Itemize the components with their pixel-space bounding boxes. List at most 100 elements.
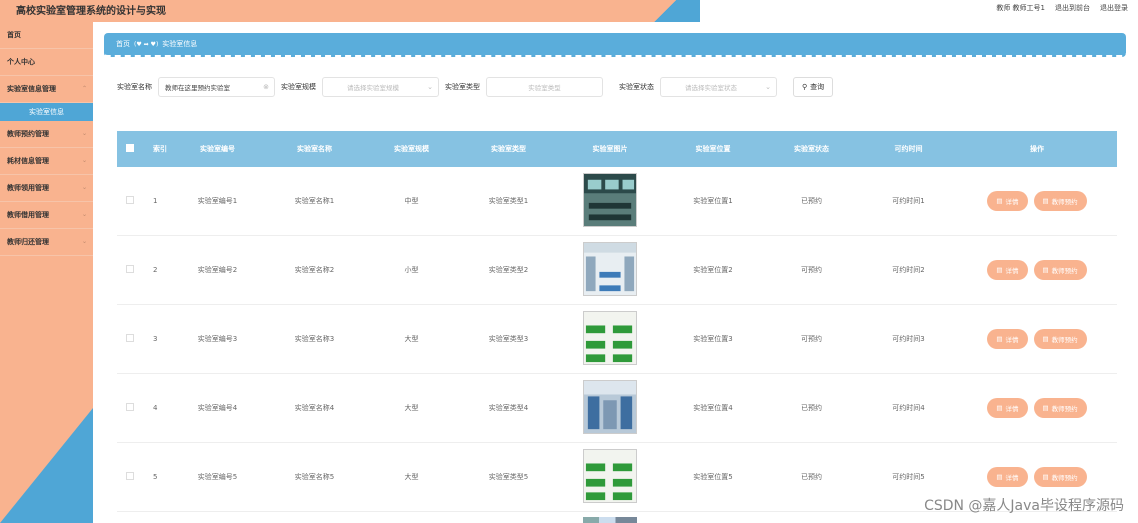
lab-name-input-value: 教师在这里预约实验室 bbox=[165, 84, 230, 92]
row-checkbox[interactable] bbox=[117, 472, 143, 482]
row-lab-image[interactable] bbox=[557, 449, 663, 505]
heart-icon: (♥ ➡ ♥) bbox=[134, 40, 159, 48]
row-lab-status: 已预约 bbox=[801, 404, 822, 412]
breadcrumb-current: 实验室信息 bbox=[162, 40, 198, 48]
watermark: CSDN @嘉人Java毕设程序源码 bbox=[924, 498, 1124, 514]
row-lab-type: 实验室类型3 bbox=[488, 335, 529, 343]
row-actions: ▤ 详情 ▤ 教师预约 bbox=[957, 191, 1117, 211]
header-lab-size: 实验室规模 bbox=[394, 145, 429, 153]
chevron-down-icon: ⌄ bbox=[427, 83, 433, 91]
lab-type-label: 实验室类型 bbox=[445, 83, 480, 91]
sidebar-subitem-lab-info[interactable]: 实验室信息 bbox=[0, 103, 93, 121]
row-lab-name: 实验室名称4 bbox=[294, 404, 335, 412]
table-row: 3 实验室编号3 实验室名称3 大型 实验室类型3 实验室位置3 可预约 可约时… bbox=[117, 305, 1117, 374]
row-checkbox[interactable] bbox=[117, 265, 143, 275]
detail-button[interactable]: ▤ 详情 bbox=[987, 329, 1028, 349]
reserve-button[interactable]: ▤ 教师预约 bbox=[1033, 329, 1087, 349]
detail-button-label: 详情 bbox=[1005, 198, 1019, 206]
lab-name-label: 实验室名称 bbox=[117, 83, 152, 91]
header-lab-type: 实验室类型 bbox=[491, 145, 526, 153]
reserve-button[interactable]: ▤ 教师预约 bbox=[1033, 260, 1087, 280]
search-bar: 实验室名称 教师在这里预约实验室 ⊗ 实验室规模 请选择实验室规模 ⌄ 实验室类… bbox=[117, 77, 834, 97]
chevron-down-icon: ⌄ bbox=[765, 83, 771, 91]
header-lab-status: 实验室状态 bbox=[794, 145, 829, 153]
reserve-button-label: 教师预约 bbox=[1051, 336, 1078, 344]
row-lab-name: 实验室名称2 bbox=[294, 266, 335, 274]
row-actions: ▤ 详情 ▤ 教师预约 bbox=[957, 398, 1117, 418]
logout-link[interactable]: 退出登录 bbox=[1100, 3, 1128, 13]
detail-button-label: 详情 bbox=[1005, 267, 1019, 275]
sidebar-item-teacher-return[interactable]: 教师归还管理 ⌄ bbox=[0, 229, 93, 256]
header-bg-diagonal bbox=[630, 0, 700, 22]
table-row: 4 实验室编号4 实验室名称4 大型 实验室类型4 实验室位置4 已预约 可约时… bbox=[117, 374, 1117, 443]
lab-name-input[interactable]: 教师在这里预约实验室 ⊗ bbox=[158, 77, 275, 97]
query-button-label: 查询 bbox=[810, 83, 825, 91]
sidebar-item-profile[interactable]: 个人中心 bbox=[0, 49, 93, 76]
breadcrumb-home[interactable]: 首页 bbox=[116, 39, 130, 49]
document-icon: ▤ bbox=[1042, 197, 1049, 205]
table-row: 2 实验室编号2 实验室名称2 小型 实验室类型2 实验室位置2 可预约 可约时… bbox=[117, 236, 1117, 305]
lab-table: 索引 实验室编号 实验室名称 实验室规模 实验室类型 实验室图片 实验室位置 实… bbox=[117, 131, 1117, 512]
sidebar-item-label: 教师领用管理 bbox=[7, 184, 49, 192]
lab-type-placeholder: 实验室类型 bbox=[528, 84, 561, 92]
reserve-button[interactable]: ▤ 教师预约 bbox=[1033, 191, 1087, 211]
sidebar-item-teacher-reservation[interactable]: 教师预约管理 ⌄ bbox=[0, 121, 93, 148]
sidebar-item-label: 教师预约管理 bbox=[7, 130, 49, 138]
lab-type-input[interactable]: 实验室类型 bbox=[486, 77, 603, 97]
clear-icon[interactable]: ⊗ bbox=[263, 83, 269, 91]
sidebar-item-teacher-receive[interactable]: 教师领用管理 ⌄ bbox=[0, 175, 93, 202]
detail-button[interactable]: ▤ 详情 bbox=[987, 398, 1028, 418]
select-all-checkbox[interactable] bbox=[117, 144, 143, 154]
chevron-down-icon: ⌄ bbox=[81, 130, 87, 137]
document-icon: ▤ bbox=[1042, 473, 1049, 481]
header-actions: 操作 bbox=[1030, 145, 1044, 153]
document-icon: ▤ bbox=[1042, 404, 1049, 412]
row-available-time: 可约时间2 bbox=[892, 266, 925, 274]
detail-button[interactable]: ▤ 详情 bbox=[987, 467, 1028, 487]
row-lab-size: 大型 bbox=[404, 404, 419, 412]
sidebar-item-label: 耗材信息管理 bbox=[7, 157, 49, 165]
sidebar-item-home[interactable]: 首页 bbox=[0, 22, 93, 49]
row-lab-status: 可预约 bbox=[801, 335, 822, 343]
row-index: 2 bbox=[153, 266, 158, 274]
lab-status-select[interactable]: 请选择实验室状态 ⌄ bbox=[660, 77, 777, 97]
lab-photo-image bbox=[583, 449, 637, 503]
sidebar-item-teacher-borrow[interactable]: 教师借用管理 ⌄ bbox=[0, 202, 93, 229]
lab-status-label: 实验室状态 bbox=[619, 83, 654, 91]
row-lab-no: 实验室编号2 bbox=[197, 266, 238, 274]
app-title: 高校实验室管理系统的设计与实现 bbox=[16, 6, 166, 17]
document-icon: ▤ bbox=[996, 266, 1003, 274]
reserve-button-label: 教师预约 bbox=[1051, 405, 1078, 413]
header-index: 索引 bbox=[153, 144, 167, 153]
lab-size-select[interactable]: 请选择实验室规模 ⌄ bbox=[322, 77, 439, 97]
sidebar-item-label: 首页 bbox=[7, 31, 21, 39]
row-checkbox[interactable] bbox=[117, 334, 143, 344]
query-button[interactable]: ⚲ 查询 bbox=[793, 77, 834, 97]
row-lab-status: 可预约 bbox=[801, 266, 822, 274]
document-icon: ▤ bbox=[1042, 335, 1049, 343]
row-lab-size: 小型 bbox=[404, 266, 419, 274]
row-checkbox[interactable] bbox=[117, 403, 143, 413]
lab-status-placeholder: 请选择实验室状态 bbox=[685, 84, 737, 92]
reserve-button[interactable]: ▤ 教师预约 bbox=[1033, 398, 1087, 418]
breadcrumb: 首页 (♥ ➡ ♥) 实验室信息 bbox=[104, 33, 1126, 57]
row-lab-image[interactable] bbox=[557, 380, 663, 436]
sidebar-item-consumables[interactable]: 耗材信息管理 ⌄ bbox=[0, 148, 93, 175]
detail-button[interactable]: ▤ 详情 bbox=[987, 191, 1028, 211]
sidebar-item-lab-info[interactable]: 实验室信息管理 ⌃ bbox=[0, 76, 93, 103]
detail-button[interactable]: ▤ 详情 bbox=[987, 260, 1028, 280]
document-icon: ▤ bbox=[1042, 266, 1049, 274]
row-lab-image[interactable] bbox=[557, 311, 663, 367]
row-lab-type: 实验室类型2 bbox=[488, 266, 529, 274]
header-lab-no: 实验室编号 bbox=[200, 145, 235, 153]
row-lab-image[interactable] bbox=[557, 242, 663, 298]
sidebar-item-label: 教师归还管理 bbox=[7, 238, 49, 246]
row-lab-image[interactable] bbox=[557, 173, 663, 229]
reserve-button[interactable]: ▤ 教师预约 bbox=[1033, 467, 1087, 487]
back-to-frontend-link[interactable]: 退出到前台 bbox=[1055, 3, 1090, 13]
row-lab-no: 实验室编号4 bbox=[197, 404, 238, 412]
row-checkbox[interactable] bbox=[117, 196, 143, 206]
row-lab-no: 实验室编号5 bbox=[197, 473, 238, 481]
row-lab-location: 实验室位置3 bbox=[693, 335, 733, 343]
header-lab-image: 实验室图片 bbox=[592, 145, 628, 153]
